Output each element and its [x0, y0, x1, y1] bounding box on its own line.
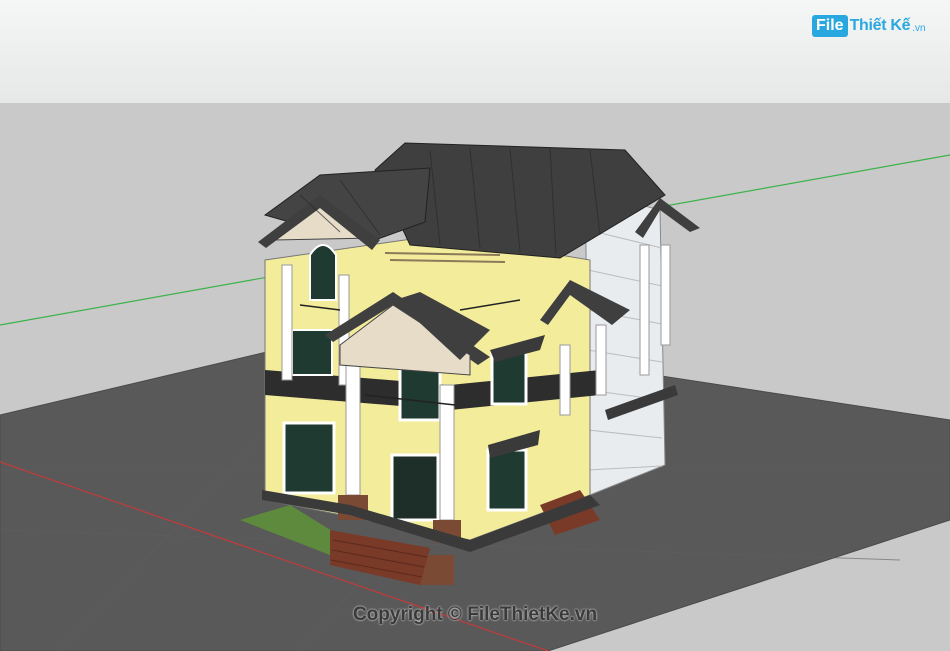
window-upper-left	[291, 329, 333, 376]
window-right-ground	[486, 448, 528, 512]
model-viewport[interactable]	[0, 0, 950, 651]
brand-logo: File Thiết Kế .vn	[812, 13, 926, 39]
brand-logo-tld: .vn	[912, 22, 926, 34]
brand-logo-icon: File	[812, 15, 848, 37]
window-arched-top	[309, 244, 337, 301]
copyright-watermark: Copyright © FileThietKe.vn	[352, 604, 598, 625]
entry-door	[390, 453, 440, 522]
window-left-ground	[282, 421, 336, 495]
brand-logo-name: Thiết Kế	[849, 17, 911, 34]
